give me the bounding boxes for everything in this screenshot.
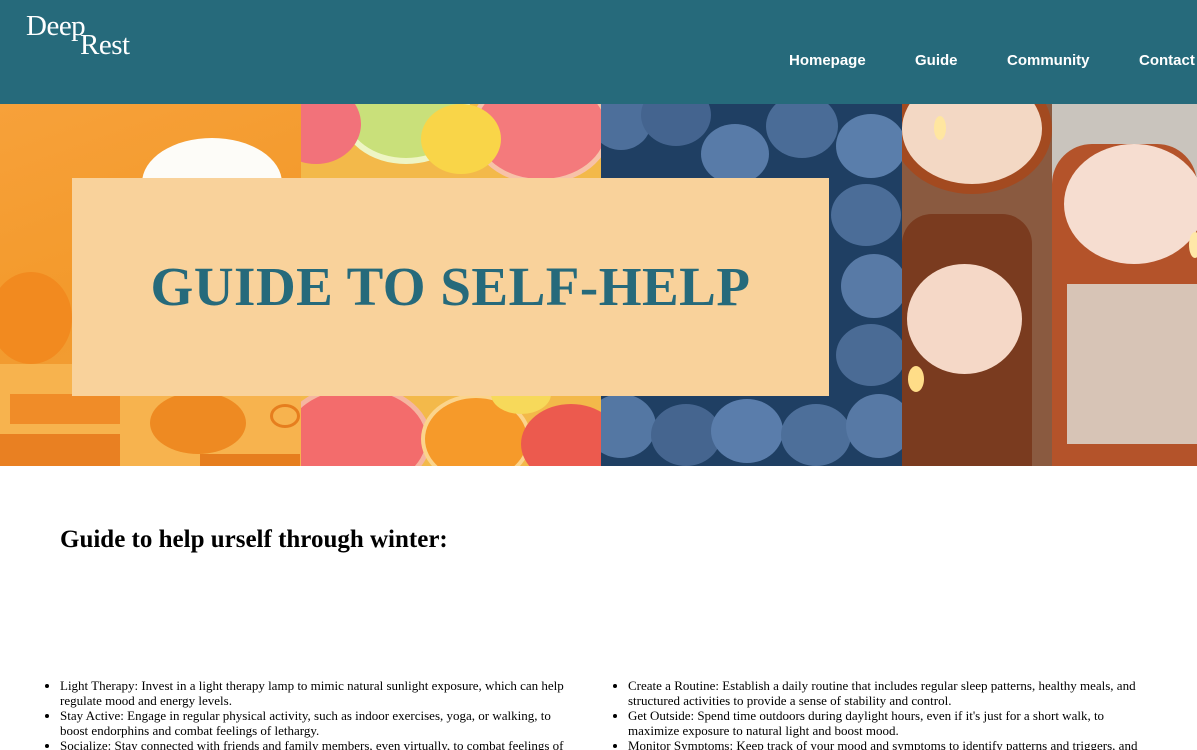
- list-item: Light Therapy: Invest in a light therapy…: [60, 678, 580, 708]
- hero-banner: GUIDE TO SELF-HELP: [0, 104, 1197, 466]
- list-item: Monitor Symptoms: Keep track of your moo…: [628, 738, 1148, 750]
- list-item: Socialize: Stay connected with friends a…: [60, 738, 580, 750]
- site-header: Deep Rest Homepage Guide Community Conta…: [0, 0, 1197, 104]
- list-item: Create a Routine: Establish a daily rout…: [628, 678, 1148, 708]
- candles-image: [902, 104, 1197, 466]
- hero-title-box: GUIDE TO SELF-HELP: [72, 178, 829, 396]
- nav-guide[interactable]: Guide: [915, 52, 958, 69]
- tips-list-right: Create a Routine: Establish a daily rout…: [628, 678, 1148, 750]
- tips-list-left: Light Therapy: Invest in a light therapy…: [60, 678, 580, 750]
- list-item: Stay Active: Engage in regular physical …: [60, 708, 580, 738]
- nav-homepage[interactable]: Homepage: [789, 52, 866, 69]
- list-item: Get Outside: Spend time outdoors during …: [628, 708, 1148, 738]
- logo-line-1: Deep: [26, 10, 86, 42]
- main-nav: Homepage Guide Community Contact: [0, 52, 1197, 72]
- nav-contact[interactable]: Contact: [1139, 52, 1195, 69]
- nav-community[interactable]: Community: [1007, 52, 1090, 69]
- section-title: Guide to help urself through winter:: [60, 526, 448, 553]
- hero-title: GUIDE TO SELF-HELP: [150, 256, 751, 317]
